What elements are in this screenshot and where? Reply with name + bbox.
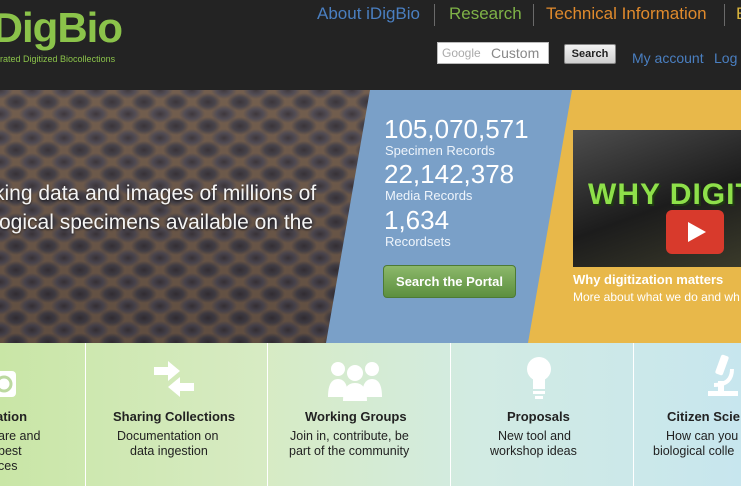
video-thumbnail[interactable]: WHY DIGIT: [573, 130, 741, 267]
recordsets-count: 1,634: [384, 205, 450, 235]
hero-text-line-3: .: [0, 240, 352, 264]
nav-research[interactable]: Research: [449, 4, 522, 24]
nav-item-truncated[interactable]: E: [736, 4, 741, 24]
video-thumbnail-title: WHY DIGIT: [588, 178, 741, 211]
feature-desc-line: part of the community: [289, 444, 410, 458]
specimen-records-label: Specimen Records: [385, 143, 495, 158]
log-in-link[interactable]: Log: [714, 50, 737, 66]
video-subcaption[interactable]: More about what we do and wh: [573, 290, 740, 304]
logo-wordmark-text: DigBio: [0, 4, 123, 51]
feature-title: Working Groups: [305, 409, 407, 424]
search-button[interactable]: Search: [564, 44, 616, 64]
feature-desc-line: data ingestion: [130, 444, 208, 458]
video-caption[interactable]: Why digitization matters: [573, 272, 723, 287]
feature-working-groups[interactable]: Working Groups Join in, contribute, be p…: [268, 343, 451, 486]
feature-citizen-science[interactable]: Citizen Scie How can you biological coll…: [634, 343, 741, 486]
feature-proposals[interactable]: Proposals New tool and workshop ideas: [451, 343, 634, 486]
feature-desc-line: best: [0, 444, 22, 458]
feature-desc-line: New tool and: [498, 429, 571, 443]
feature-desc-line: ces: [0, 459, 18, 473]
feature-desc-line: biological colle: [653, 444, 735, 458]
hero-text-line-1: king data and images of millions of: [0, 182, 317, 205]
feature-title: ation: [0, 409, 28, 424]
nav-about[interactable]: About iDigBio: [317, 4, 420, 24]
feature-strip: ation are and best ces Sharing Collectio…: [0, 343, 741, 486]
feature-title: Citizen Scie: [667, 409, 740, 424]
media-records-label: Media Records: [385, 188, 473, 203]
recordsets-label: Recordsets: [385, 234, 451, 249]
google-brand-label: Google: [442, 46, 481, 60]
nav-divider: [533, 4, 534, 26]
microscope-icon: [708, 354, 738, 396]
nav-technical-information[interactable]: Technical Information: [546, 4, 707, 24]
logo-wordmark: iDigBio: [0, 4, 123, 52]
search-input[interactable]: Google Custom: [437, 42, 549, 64]
feature-desc-line: Join in, contribute, be: [290, 429, 409, 443]
nav-divider: [434, 4, 435, 26]
hero-text-line-2: ogical specimens available on the: [0, 211, 314, 234]
feature-title: Proposals: [507, 409, 570, 424]
nav-divider: [724, 4, 725, 26]
search-placeholder: Custom: [491, 45, 540, 61]
feature-desc-line: workshop ideas: [490, 444, 577, 458]
search-portal-button[interactable]: Search the Portal: [383, 265, 516, 298]
specimen-records-count: 105,070,571: [384, 114, 529, 144]
feature-sharing-collections[interactable]: Sharing Collections Documentation on dat…: [86, 343, 268, 486]
logo-tagline: Integrated Digitized Biocollections: [0, 54, 116, 64]
people-group-icon: [328, 362, 382, 401]
play-icon: [688, 222, 706, 242]
exchange-arrows-icon: [154, 361, 194, 397]
camera-icon: [0, 371, 16, 397]
site-header: iDigBio Integrated Digitized Biocollecti…: [0, 0, 741, 90]
feature-title: Sharing Collections: [113, 409, 236, 424]
play-button[interactable]: [666, 210, 724, 254]
lightbulb-icon: [527, 357, 551, 399]
media-records-count: 22,142,378: [384, 159, 515, 189]
my-account-link[interactable]: My account: [632, 50, 704, 66]
feature-digitization[interactable]: ation are and best ces: [0, 343, 86, 486]
feature-desc-line: are and: [0, 429, 41, 443]
feature-desc-line: Documentation on: [117, 429, 219, 443]
feature-desc-line: How can you: [666, 429, 739, 443]
